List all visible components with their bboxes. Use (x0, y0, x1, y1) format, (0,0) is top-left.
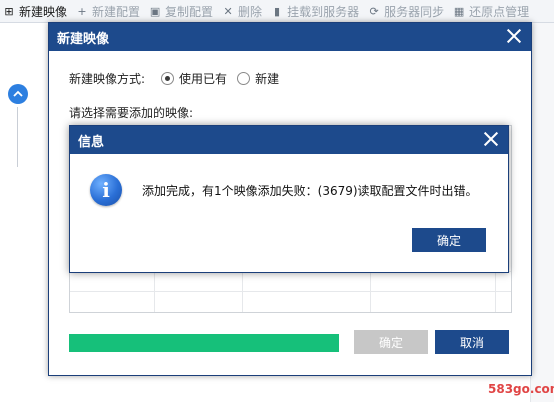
toolbar-restore-button[interactable]: ▦ 还原点管理 (450, 3, 535, 20)
grid-line (495, 271, 496, 312)
radio-new[interactable] (237, 72, 251, 85)
toolbar-mount-button[interactable]: ▮ 挂载到服务器 (268, 3, 365, 20)
toolbar-new-config-label: 新建配置 (92, 4, 141, 19)
left-pane (0, 23, 48, 402)
toolbar-delete-button[interactable]: ✕ 删除 (219, 3, 268, 20)
grid-line (370, 271, 371, 312)
grid-line (242, 271, 243, 312)
toolbar: ⊞ 新建映像 + 新建配置 ▣ 复制配置 ✕ 删除 ▮ 挂载到服务器 ⟳ 服务器… (0, 0, 554, 23)
mount-icon: ▮ (274, 4, 281, 18)
mode-label: 新建映像方式: (69, 72, 146, 86)
info-ok-button[interactable]: 确定 (412, 228, 486, 252)
toolbar-new-config-button[interactable]: + 新建配置 (73, 3, 146, 20)
info-titlebar: 信息 (70, 126, 508, 154)
watermark: 583go.com (488, 382, 554, 396)
right-pane (530, 23, 554, 402)
toolbar-sync-label: 服务器同步 (384, 4, 445, 19)
dialog-titlebar: 新建映像 (49, 23, 531, 51)
calendar-icon: ▦ (453, 4, 465, 18)
ok-button[interactable]: 确定 (354, 330, 428, 354)
progress-fill (69, 334, 339, 352)
close-icon[interactable] (505, 27, 523, 45)
toolbar-sync-button[interactable]: ⟳ 服务器同步 (365, 3, 450, 20)
info-title: 信息 (78, 134, 105, 150)
collapse-button[interactable] (8, 84, 28, 104)
grid-line (154, 271, 155, 312)
plus-box-icon: ⊞ (4, 4, 14, 18)
radio-new-label[interactable]: 新建 (255, 70, 279, 87)
toolbar-mount-label: 挂载到服务器 (287, 4, 360, 19)
info-dialog: 信息 i 添加完成，有1个映像添加失败：(3679)读取配置文件时出错。 确定 (69, 125, 509, 273)
select-image-label: 请选择需要添加的映像: (69, 106, 194, 120)
toolbar-new-image-button[interactable]: ⊞ 新建映像 (0, 3, 73, 20)
toolbar-copy-config-button[interactable]: ▣ 复制配置 (146, 3, 219, 20)
info-close-icon[interactable] (482, 130, 500, 148)
info-message: 添加完成，有1个映像添加失败：(3679)读取配置文件时出错。 (142, 184, 478, 198)
tree-line (17, 107, 18, 167)
plus-icon: + (77, 4, 87, 18)
toolbar-restore-label: 还原点管理 (469, 4, 530, 19)
info-icon: i (90, 174, 122, 206)
progress-bar (69, 334, 339, 352)
sync-icon: ⟳ (369, 4, 379, 18)
x-icon: ✕ (223, 4, 233, 18)
grid-line (70, 291, 511, 292)
radio-use-existing[interactable] (161, 72, 175, 85)
dialog-title: 新建映像 (57, 31, 110, 47)
mode-row: 新建映像方式: 使用已有 新建 (69, 70, 279, 87)
toolbar-new-image-label: 新建映像 (19, 4, 68, 19)
toolbar-copy-config-label: 复制配置 (165, 4, 214, 19)
copy-icon: ▣ (149, 4, 161, 18)
cancel-button[interactable]: 取消 (435, 330, 509, 354)
radio-use-existing-label[interactable]: 使用已有 (179, 70, 227, 87)
chevron-up-icon (13, 90, 23, 97)
toolbar-delete-label: 删除 (238, 4, 263, 19)
